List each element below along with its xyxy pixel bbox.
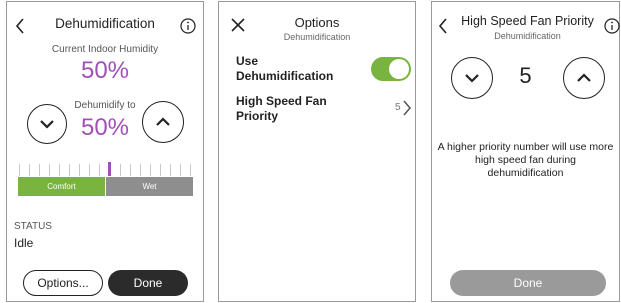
slider-tick <box>38 164 40 176</box>
slider-tick <box>140 164 142 176</box>
page-subtitle: Dehumidification <box>283 32 351 42</box>
info-icon[interactable] <box>604 18 620 34</box>
use-dehumidification-label: Use Dehumidification <box>236 54 334 83</box>
use-dehumidification-toggle[interactable] <box>371 57 411 81</box>
toggle-knob <box>389 59 409 79</box>
slider-tick <box>78 164 80 176</box>
page-title: Dehumidification <box>55 16 155 31</box>
slider-tick <box>160 164 162 176</box>
options-button[interactable]: Options... <box>23 270 103 296</box>
slider-tick <box>189 164 191 176</box>
slider-tick <box>98 164 100 176</box>
page-title: Options <box>294 15 340 30</box>
page-title: High Speed Fan Priority <box>461 14 594 28</box>
humidity-range-bar: Comfort Wet <box>18 177 193 196</box>
increase-setpoint-button[interactable] <box>142 101 184 143</box>
done-button[interactable]: Done <box>450 270 606 296</box>
current-humidity-label: Current Indoor Humidity <box>51 44 159 55</box>
slider-tick <box>130 164 132 176</box>
humidity-slider[interactable] <box>19 162 191 178</box>
slider-tick <box>88 164 90 176</box>
slider-tick <box>19 164 20 176</box>
slider-tick <box>180 164 181 176</box>
priority-info-text: A higher priority number will use more h… <box>437 141 614 179</box>
options-screen: Options Dehumidification Use Dehumidific… <box>218 1 416 302</box>
info-icon[interactable] <box>180 18 196 34</box>
slider-tick <box>170 164 172 176</box>
fan-priority-label[interactable]: High Speed Fan Priority <box>236 94 356 124</box>
comfort-segment: Comfort <box>18 177 106 196</box>
slider-tick <box>48 164 50 176</box>
fan-priority-screen: High Speed Fan Priority Dehumidification… <box>431 1 620 302</box>
current-humidity-value: 50% <box>80 57 130 84</box>
fan-priority-value: 5 <box>395 102 401 113</box>
slider-tick <box>120 164 122 176</box>
status-value: Idle <box>14 236 34 250</box>
chevron-up-icon <box>156 117 170 126</box>
slider-tick <box>150 164 152 176</box>
chevron-up-icon <box>577 73 591 82</box>
status-label: STATUS <box>14 221 52 232</box>
slider-thumb[interactable] <box>108 162 112 176</box>
slider-tick <box>68 164 70 176</box>
dehumidification-screen: Dehumidification Current Indoor Humidity… <box>6 1 204 302</box>
page-subtitle: Dehumidification <box>494 31 561 41</box>
slider-tick <box>28 164 30 176</box>
chevron-right-icon[interactable] <box>403 100 412 116</box>
slider-tick <box>58 164 60 176</box>
increase-priority-button[interactable] <box>563 57 605 99</box>
done-button[interactable]: Done <box>108 270 188 296</box>
wet-segment: Wet <box>106 177 193 196</box>
